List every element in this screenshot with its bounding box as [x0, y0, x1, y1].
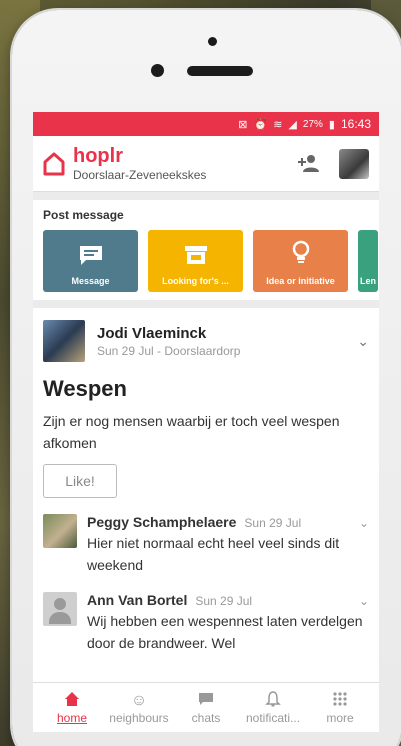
- nav-chats[interactable]: chats: [173, 691, 239, 725]
- comment-date: Sun 29 Jul: [244, 516, 302, 530]
- nav-home-label: home: [56, 710, 88, 725]
- tile-looking-for[interactable]: Looking for's ...: [148, 230, 243, 292]
- tile-message-label: Message: [71, 276, 110, 286]
- app-header: hoplr Doorslaar-Zeveneekskes: [33, 136, 379, 192]
- brand-name: hoplr: [73, 144, 123, 167]
- commenter-avatar[interactable]: [43, 514, 77, 548]
- nav-notifications-label: notificati...: [245, 710, 301, 725]
- chevron-down-icon[interactable]: ⌄: [357, 333, 369, 350]
- nav-neighbours-label: neighbours: [109, 710, 169, 725]
- like-button[interactable]: Like!: [43, 464, 117, 498]
- tile-lend-label: Len: [360, 276, 377, 286]
- comment-item: Ann Van Bortel Sun 29 Jul ⌄ Wij hebben e…: [43, 592, 369, 654]
- author-name[interactable]: Jodi Vlaeminck: [97, 325, 240, 342]
- commenter-avatar-placeholder[interactable]: [43, 592, 77, 626]
- lightbulb-icon: [290, 240, 312, 270]
- clock: 16:43: [340, 117, 371, 131]
- add-person-icon[interactable]: [297, 153, 323, 175]
- nav-neighbours[interactable]: ☺ neighbours: [106, 691, 172, 725]
- nav-more-label: more: [326, 710, 354, 725]
- status-bar: ⊠ ⏰ ≋ ◢ 27% ▮ 16:43: [33, 112, 379, 136]
- comment-item: Peggy Schamphelaere Sun 29 Jul ⌄ Hier ni…: [43, 514, 369, 576]
- shop-icon: [183, 244, 209, 270]
- bell-icon: [265, 690, 281, 711]
- tile-message[interactable]: Message: [43, 230, 138, 292]
- post-message-panel: Post message Message Looking for's ... I…: [33, 200, 379, 300]
- author-avatar[interactable]: [43, 320, 85, 362]
- tile-idea-label: Idea or initiative: [266, 276, 335, 286]
- nav-chats-label: chats: [191, 710, 221, 725]
- front-camera: [208, 37, 217, 46]
- chat-icon: [198, 691, 214, 711]
- post-type-tiles: Message Looking for's ... Idea or initia…: [43, 230, 379, 292]
- comment-text: Wij hebben een wespennest laten verdelge…: [87, 613, 363, 651]
- smiley-icon: ☺: [130, 691, 148, 709]
- grid-icon: [332, 691, 348, 711]
- post-body: Zijn er nog mensen waarbij er toch veel …: [43, 413, 340, 451]
- tile-idea[interactable]: Idea or initiative: [253, 230, 348, 292]
- comment-date: Sun 29 Jul: [195, 594, 253, 608]
- tile-lend[interactable]: Len: [358, 230, 378, 292]
- commenter-name[interactable]: Ann Van Bortel: [87, 592, 187, 608]
- nav-notifications[interactable]: notificati...: [240, 690, 306, 725]
- post-author-row: Jodi Vlaeminck Sun 29 Jul - Doorslaardor…: [43, 320, 369, 362]
- brand-block[interactable]: hoplr Doorslaar-Zeveneekskes: [73, 146, 297, 182]
- app-screen: ⊠ ⏰ ≋ ◢ 27% ▮ 16:43 hoplr Doorslaar-Zeve…: [33, 112, 379, 732]
- wifi-icon: ≋: [273, 118, 283, 131]
- battery-percent: 27%: [302, 118, 323, 130]
- signal-icon: ◢: [288, 118, 297, 131]
- nfc-icon: ⊠: [238, 118, 248, 131]
- alarm-icon: ⏰: [253, 118, 268, 131]
- message-icon: [78, 244, 104, 270]
- battery-icon: ▮: [328, 118, 335, 131]
- home-icon: [64, 691, 80, 711]
- nav-home[interactable]: home: [39, 691, 105, 725]
- tile-looking-for-label: Looking for's ...: [162, 276, 229, 286]
- proximity-sensor: [151, 64, 164, 77]
- hoplr-logo-icon: [43, 152, 65, 176]
- neighbourhood-name: Doorslaar-Zeveneekskes: [73, 167, 207, 182]
- bottom-navigation: home ☺ neighbours chats notificati... mo…: [33, 682, 379, 732]
- profile-avatar[interactable]: [339, 148, 369, 179]
- post-meta: Sun 29 Jul - Doorslaardorp: [97, 343, 241, 358]
- chevron-down-icon[interactable]: ⌄: [359, 516, 369, 530]
- commenter-name[interactable]: Peggy Schamphelaere: [87, 514, 236, 530]
- post-title: Wespen: [43, 376, 127, 401]
- comment-text: Hier niet normaal echt heel veel sinds d…: [87, 535, 340, 573]
- chevron-down-icon[interactable]: ⌄: [359, 594, 369, 608]
- feed-post-card: Jodi Vlaeminck Sun 29 Jul - Doorslaardor…: [33, 308, 379, 728]
- nav-more[interactable]: more: [307, 691, 373, 725]
- post-message-title: Post message: [43, 208, 124, 222]
- earpiece-speaker: [187, 66, 253, 76]
